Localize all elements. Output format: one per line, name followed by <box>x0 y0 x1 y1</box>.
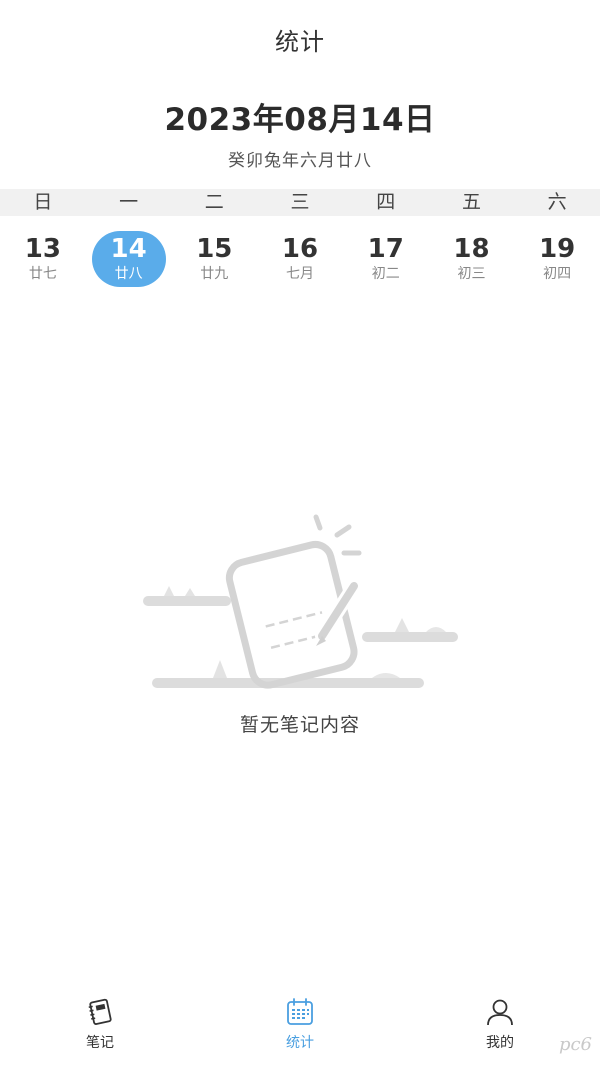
date-number: 19 <box>539 234 576 264</box>
calendar-grid-icon <box>287 998 313 1025</box>
weekday-sat: 六 <box>547 191 567 213</box>
date-number: 17 <box>367 234 404 264</box>
date-lunar-label: 七月 <box>286 266 315 282</box>
user-icon <box>487 999 513 1026</box>
date-cell-18[interactable]: 18 初三 <box>429 226 515 294</box>
week-dates-row: 13 廿七 14 廿八 15 廿九 16 七月 17 初二 18 初三 19 初… <box>0 226 600 294</box>
notebook-icon <box>88 998 112 1025</box>
weekday-mon: 一 <box>119 191 139 213</box>
date-cell-19[interactable]: 19 初四 <box>514 226 600 294</box>
date-lunar-label: 初二 <box>371 266 400 282</box>
date-cell-14[interactable]: 14 廿八 <box>86 226 172 294</box>
date-number: 14 <box>110 234 147 264</box>
weekday-tue: 二 <box>204 191 224 213</box>
date-lunar-label: 初三 <box>457 266 486 282</box>
watermark-logo: pc6 <box>558 1034 592 1055</box>
selected-date-title: 2023年08月14日 <box>164 102 436 138</box>
weekday-header: 日 一 二 三 四 五 六 <box>0 189 600 216</box>
bottom-tab-bar: 笔记 统计 我的 <box>0 985 600 1067</box>
date-lunar-label: 廿七 <box>28 266 57 282</box>
lunar-date-subtitle: 癸卯兔年六月廿八 <box>228 151 372 171</box>
tab-statistics[interactable]: 统计 <box>200 985 400 1067</box>
date-cell-17[interactable]: 17 初二 <box>343 226 429 294</box>
weekday-wed: 三 <box>290 191 310 213</box>
date-number: 16 <box>281 234 319 264</box>
date-number: 18 <box>453 234 490 264</box>
date-lunar-label: 初四 <box>543 266 572 282</box>
date-cell-13[interactable]: 13 廿七 <box>0 226 86 294</box>
tab-label: 统计 <box>286 1035 314 1051</box>
tab-label: 笔记 <box>86 1035 114 1051</box>
tab-notes[interactable]: 笔记 <box>0 985 200 1067</box>
tab-label: 我的 <box>486 1035 514 1051</box>
empty-notebook-illustration <box>143 514 458 689</box>
date-cell-15[interactable]: 15 廿九 <box>171 226 257 294</box>
date-lunar-label: 廿八 <box>114 266 143 282</box>
weekday-thu: 四 <box>376 191 396 213</box>
date-cell-16[interactable]: 16 七月 <box>257 226 343 294</box>
page-title: 统计 <box>275 28 325 56</box>
date-number: 15 <box>196 234 233 264</box>
date-number: 13 <box>24 234 61 264</box>
weekday-sun: 日 <box>33 191 53 213</box>
empty-state-message: 暂无笔记内容 <box>239 714 360 736</box>
weekday-fri: 五 <box>461 191 481 213</box>
date-lunar-label: 廿九 <box>200 266 229 282</box>
